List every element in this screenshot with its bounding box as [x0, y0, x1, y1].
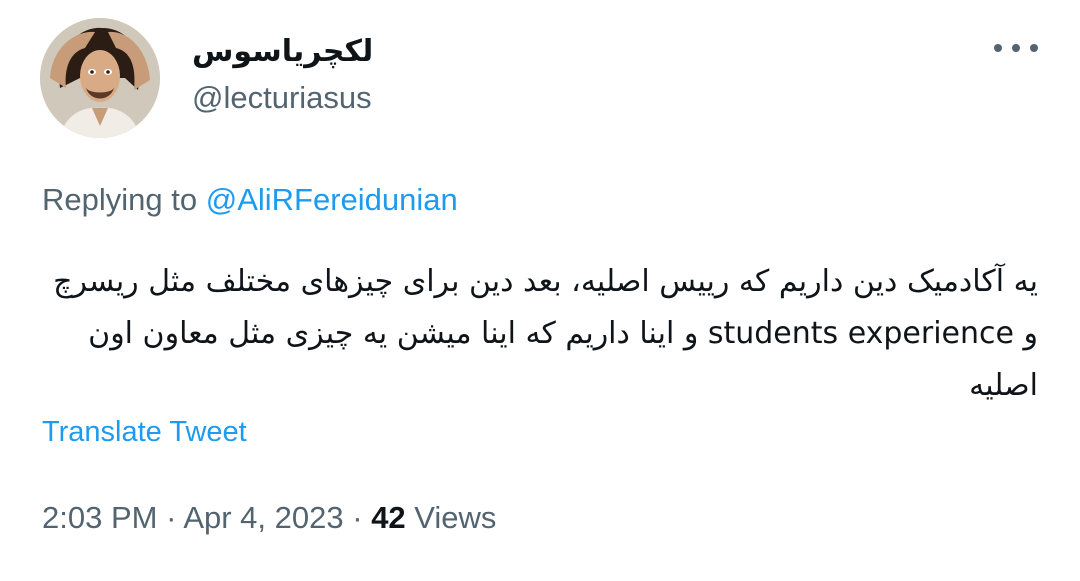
- replying-prefix: Replying to: [42, 182, 198, 217]
- tweet-meta: 2:03 PM · Apr 4, 2023 · 42 Views: [42, 500, 496, 536]
- reply-mention-link[interactable]: @AliRFereidunian: [206, 182, 458, 217]
- meta-separator: ·: [352, 500, 363, 535]
- dot-icon: [1012, 44, 1020, 52]
- tweet-text: یه آکادمیک دین داریم که رییس اصلیه، بعد …: [53, 264, 1038, 403]
- avatar[interactable]: [40, 18, 160, 138]
- dot-icon: [994, 44, 1002, 52]
- meta-separator: ·: [166, 500, 177, 535]
- views-label[interactable]: Views: [414, 500, 496, 535]
- replying-to: Replying to @AliRFereidunian: [42, 182, 458, 218]
- dot-icon: [1030, 44, 1038, 52]
- display-name[interactable]: لکچریاسوس: [192, 34, 373, 69]
- views-count[interactable]: 42: [371, 500, 405, 535]
- translate-tweet-link[interactable]: Translate Tweet: [42, 416, 247, 449]
- more-options-icon[interactable]: [994, 36, 1038, 60]
- tweet-time[interactable]: 2:03 PM: [42, 500, 157, 535]
- tweet-date[interactable]: Apr 4, 2023: [183, 500, 343, 535]
- portrait-avatar-icon: [40, 18, 160, 138]
- user-handle[interactable]: @lecturiasus: [192, 80, 372, 116]
